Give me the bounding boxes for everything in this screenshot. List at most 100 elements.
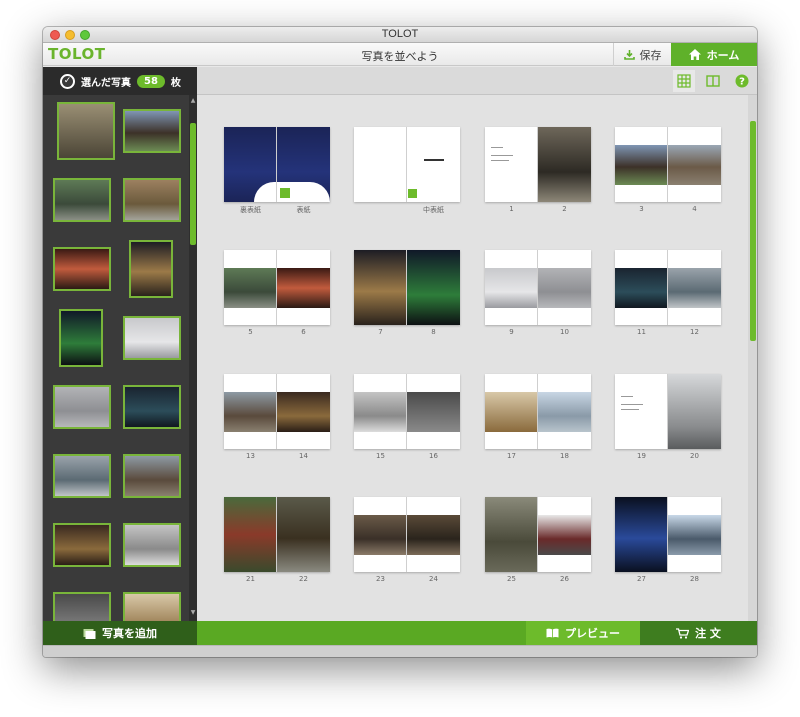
title-bar: TOLOT	[43, 27, 757, 43]
page-number: 10	[560, 328, 569, 336]
order-label: 注 文	[695, 627, 721, 640]
spread[interactable]	[224, 374, 330, 449]
sidebar-scrollbar[interactable]: ▲ ▼	[189, 95, 197, 621]
page-number: 17	[507, 452, 516, 460]
page-number: 25	[507, 575, 516, 583]
page-number: 20	[690, 452, 699, 460]
page-number: 21	[246, 575, 255, 583]
scroll-up-icon[interactable]: ▲	[189, 97, 197, 104]
sidebar-scroll-thumb[interactable]	[190, 123, 196, 245]
spread[interactable]	[354, 250, 460, 325]
home-icon	[688, 49, 701, 60]
content-scroll-thumb[interactable]	[750, 121, 756, 341]
spread[interactable]	[615, 497, 721, 572]
download-icon	[623, 50, 635, 60]
sidebar-photo[interactable]	[53, 385, 111, 429]
app-window: TOLOT TOLOT 写真を並べよう 保存 ホーム ✓ 選んだ写真 58 枚	[43, 27, 757, 657]
spread[interactable]	[485, 250, 591, 325]
sidebar-photo[interactable]	[57, 102, 115, 160]
spread[interactable]	[354, 497, 460, 572]
spread[interactable]	[485, 374, 591, 449]
page-number: 26	[560, 575, 569, 583]
grid-icon	[677, 74, 691, 88]
check-circle-icon: ✓	[60, 73, 75, 89]
svg-text:?: ?	[739, 77, 745, 88]
help-button[interactable]: ?	[731, 70, 753, 92]
sidebar-photo[interactable]	[123, 592, 181, 621]
page-number: 22	[299, 575, 308, 583]
page-number: 11	[637, 328, 646, 336]
page-number: 19	[637, 452, 646, 460]
page-number: 28	[690, 575, 699, 583]
order-button[interactable]: 注 文	[640, 621, 757, 645]
scroll-down-icon[interactable]: ▼	[189, 609, 197, 616]
page-number: 8	[431, 328, 436, 336]
toolbar: TOLOT 写真を並べよう 保存 ホーム	[43, 43, 757, 66]
sidebar-photo[interactable]	[123, 454, 181, 498]
content-scrollbar[interactable]	[748, 95, 757, 621]
page-number: 2	[562, 205, 567, 213]
spread[interactable]	[354, 374, 460, 449]
sidebar-photo[interactable]	[53, 454, 111, 498]
sidebar-photo[interactable]	[123, 385, 181, 429]
sidebar-photo[interactable]	[53, 523, 111, 567]
spread[interactable]	[485, 127, 591, 202]
page-number: 24	[429, 575, 438, 583]
sidebar-photo[interactable]	[123, 178, 181, 222]
sidebar-photo[interactable]	[123, 523, 181, 567]
view-options-bar: ?	[197, 67, 757, 95]
sidebar-photo-grid	[43, 95, 189, 621]
spreads-area: 裏表紙 表紙 中表紙 1 2 3 4 5 6 7 8 9 10 11 12 13…	[197, 95, 748, 621]
spread[interactable]	[224, 250, 330, 325]
page-number: 18	[560, 452, 569, 460]
spread[interactable]	[615, 250, 721, 325]
page-number: 中表紙	[423, 206, 444, 214]
page-number: 7	[378, 328, 383, 336]
book-view-button[interactable]	[702, 70, 724, 92]
grid-view-button[interactable]	[673, 70, 695, 92]
sidebar-photo[interactable]	[53, 592, 111, 621]
home-button[interactable]: ホーム	[671, 43, 757, 66]
spread-cover[interactable]	[224, 127, 330, 202]
book-open-icon	[546, 628, 559, 638]
page-number: 6	[301, 328, 306, 336]
sidebar-photo[interactable]	[123, 316, 181, 360]
status-strip	[43, 645, 757, 657]
add-photos-button[interactable]: 写真を追加	[43, 621, 197, 645]
page-title: 写真を並べよう	[361, 50, 439, 63]
sidebar-photo[interactable]	[53, 178, 111, 222]
bottom-bar: 写真を追加 プレビュー 注 文	[43, 621, 757, 645]
sidebar-photo[interactable]	[53, 247, 111, 291]
tolot-logo: TOLOT	[48, 45, 106, 63]
page-number: 27	[637, 575, 646, 583]
cart-icon	[676, 627, 690, 639]
help-icon: ?	[735, 74, 749, 88]
preview-button[interactable]: プレビュー	[526, 621, 640, 645]
page-number: 裏表紙	[240, 206, 261, 214]
page-number: 4	[692, 205, 697, 213]
photo-count-badge: 58	[137, 74, 165, 88]
add-photos-label: 写真を追加	[102, 627, 157, 640]
page-number: 表紙	[296, 206, 311, 214]
sidebar-photo[interactable]	[129, 240, 173, 298]
page-number: 13	[246, 452, 255, 460]
window-title: TOLOT	[381, 28, 419, 40]
spread[interactable]	[615, 374, 721, 449]
spread-inner-title[interactable]	[354, 127, 460, 202]
page-number: 9	[509, 328, 514, 336]
spread[interactable]	[485, 497, 591, 572]
spread[interactable]	[224, 497, 330, 572]
page-number: 14	[299, 452, 308, 460]
preview-label: プレビュー	[565, 627, 620, 640]
sidebar-header-label: 選んだ写真	[81, 77, 131, 89]
selected-photos-sidebar: ✓ 選んだ写真 58 枚 ▲ ▼	[43, 67, 197, 621]
sidebar-photo[interactable]	[123, 109, 181, 153]
spread[interactable]	[615, 127, 721, 202]
home-label: ホーム	[706, 48, 740, 62]
page-number: 5	[248, 328, 253, 336]
sidebar-photo[interactable]	[59, 309, 103, 367]
page-number: 23	[376, 575, 385, 583]
page-number: 15	[376, 452, 385, 460]
page-number: 1	[509, 205, 514, 213]
save-button[interactable]: 保存	[613, 43, 671, 66]
